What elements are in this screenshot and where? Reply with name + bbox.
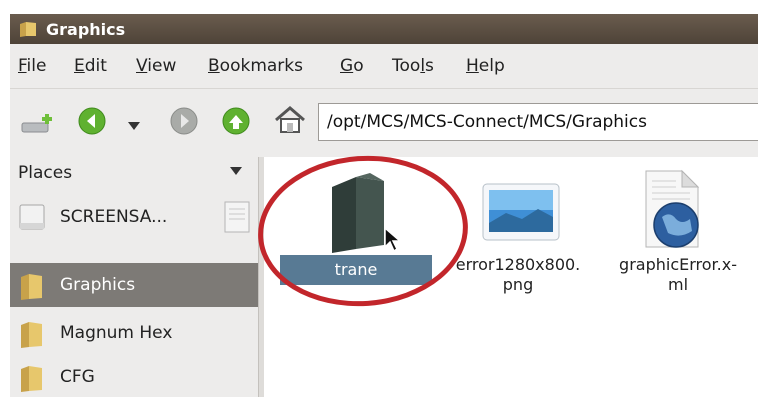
sidebar-item-label: Magnum Hex [60, 323, 173, 343]
file-name: error1280x800. png [455, 255, 581, 294]
folder-icon [18, 319, 46, 353]
folder-icon [18, 271, 46, 305]
home-icon[interactable] [274, 105, 306, 139]
new-window-icon[interactable] [20, 113, 54, 139]
menu-go[interactable]: Go [340, 56, 364, 76]
folder-icon [18, 20, 38, 42]
menu-bar: File Edit View Bookmarks Go Tools Help [10, 44, 758, 88]
eject-icon[interactable] [224, 201, 250, 237]
sidebar-item-cfg[interactable]: CFG [10, 355, 258, 397]
image-icon [482, 183, 560, 245]
drive-icon [18, 203, 48, 235]
back-icon[interactable] [78, 107, 106, 139]
file-name: graphicError.x- ml [619, 255, 737, 294]
menu-help[interactable]: Help [466, 56, 505, 76]
sidebar-item-label: SCREENSA... [60, 207, 168, 227]
sidebar-item-label: CFG [60, 367, 95, 387]
menu-bookmarks[interactable]: Bookmarks [208, 56, 303, 76]
file-manager-window: Graphics File Edit View Bookmarks Go Too… [10, 14, 758, 397]
sidebar-item-label: Graphics [60, 275, 136, 295]
places-label: Places [18, 163, 73, 183]
sidebar-item-screensaver[interactable]: SCREENSA... [10, 195, 258, 239]
forward-icon[interactable] [170, 107, 198, 139]
menu-tools[interactable]: Tools [392, 56, 434, 76]
toolbar: /opt/MCS/MCS-Connect/MCS/Graphics [10, 88, 758, 158]
sidebar-item-graphics[interactable]: Graphics [10, 263, 258, 307]
menu-edit[interactable]: Edit [74, 56, 107, 76]
chevron-down-icon[interactable] [230, 167, 242, 175]
sidebar-item-magnum-hex[interactable]: Magnum Hex [10, 311, 258, 355]
menu-file[interactable]: File [18, 56, 46, 76]
menu-view[interactable]: View [136, 56, 176, 76]
xml-icon [640, 169, 706, 255]
window-title: Graphics [46, 20, 126, 39]
location-bar[interactable]: /opt/MCS/MCS-Connect/MCS/Graphics [318, 103, 758, 141]
title-bar[interactable]: Graphics [10, 14, 758, 44]
file-item-graphic-error-xml[interactable]: graphicError.x- ml [600, 167, 756, 307]
folder-icon [18, 363, 46, 397]
places-header[interactable]: Places [10, 157, 258, 191]
sidebar: Places SCREENSA... Graphics Magnum Hex C… [10, 157, 258, 397]
dropdown-icon[interactable] [128, 117, 140, 136]
up-icon[interactable] [222, 107, 250, 139]
location-path: /opt/MCS/MCS-Connect/MCS/Graphics [327, 112, 647, 132]
